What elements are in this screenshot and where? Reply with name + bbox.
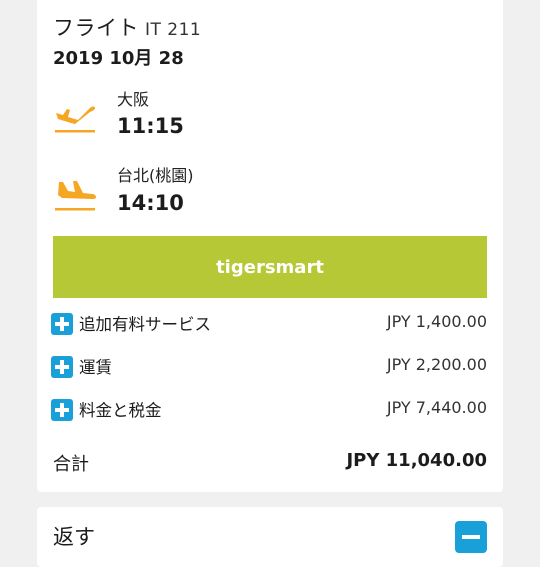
collapse-minus-icon[interactable] (455, 521, 487, 553)
expand-plus-icon[interactable] (51, 313, 73, 335)
flight-label: フライト (53, 16, 139, 40)
total-label: 合計 (53, 454, 89, 475)
flight-heading: フライト IT 211 (53, 12, 201, 42)
arrival-time: 14:10 (117, 191, 184, 215)
tigersmart-button[interactable]: tigersmart (53, 236, 487, 298)
charge-row-fare[interactable]: 運賃 JPY 2,200.00 (51, 352, 489, 382)
outbound-flight-card: フライト IT 211 2019 10月 28 大阪 11:15 台北(桃園) 1… (37, 0, 503, 492)
flight-number: IT 211 (145, 20, 202, 40)
return-flight-card: 返す (37, 507, 503, 567)
charge-amount: JPY 7,440.00 (386, 398, 487, 417)
charge-label: 料金と税金 (79, 401, 162, 420)
departure-time: 11:15 (117, 114, 184, 138)
landing-icon (55, 181, 96, 211)
charge-amount: JPY 1,400.00 (386, 312, 487, 331)
return-section-title: 返す (53, 525, 95, 549)
arrival-city: 台北(桃園) (117, 166, 194, 185)
total-amount: JPY 11,040.00 (346, 450, 487, 471)
takeoff-icon (55, 106, 95, 133)
charge-amount: JPY 2,200.00 (386, 355, 487, 374)
charge-row-taxes[interactable]: 料金と税金 JPY 7,440.00 (51, 395, 489, 425)
flight-date: 2019 10月 28 (53, 48, 184, 69)
expand-plus-icon[interactable] (51, 356, 73, 378)
departure-city: 大阪 (117, 90, 150, 109)
expand-plus-icon[interactable] (51, 399, 73, 421)
charge-label: 追加有料サービス (79, 315, 211, 334)
charge-row-extras[interactable]: 追加有料サービス JPY 1,400.00 (51, 309, 489, 339)
charge-label: 運賃 (79, 358, 112, 377)
